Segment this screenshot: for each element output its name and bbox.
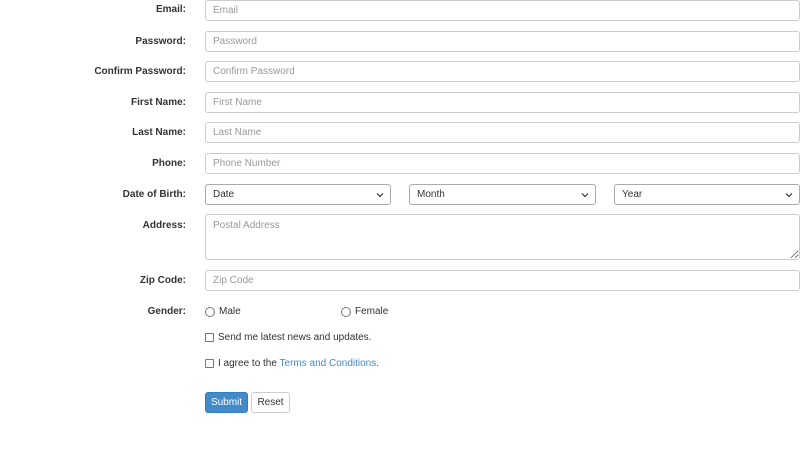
last-name-row: Last Name: — [0, 122, 800, 143]
newsletter-label: Send me latest news and updates. — [218, 332, 372, 343]
password-label: Password: — [135, 36, 186, 47]
phone-row: Phone: — [0, 153, 800, 174]
zip-row: Zip Code: — [0, 270, 800, 291]
terms-checkbox[interactable] — [205, 359, 214, 368]
gender-female-option[interactable]: Female — [341, 306, 388, 317]
dob-year-select[interactable]: Year — [614, 184, 800, 205]
address-row: Address: — [0, 214, 800, 261]
female-label: Female — [355, 306, 389, 317]
newsletter-option[interactable]: Send me latest news and updates. — [205, 332, 371, 343]
dob-row: Date of Birth: Date Month Year — [0, 184, 800, 205]
phone-field[interactable] — [205, 153, 800, 174]
first-name-field[interactable] — [205, 92, 800, 113]
zip-field[interactable] — [205, 270, 800, 291]
registration-form: Email: Password: Confirm Password: First… — [0, 0, 800, 450]
dob-month-value: Month — [417, 189, 445, 200]
dob-date-value: Date — [213, 189, 235, 200]
dob-label: Date of Birth: — [122, 189, 186, 200]
terms-label: I agree to the Terms and Conditions. — [218, 358, 379, 369]
chevron-down-icon — [581, 193, 589, 198]
confirm-password-row: Confirm Password: — [0, 61, 800, 82]
submit-button[interactable]: Submit — [205, 392, 248, 413]
dob-date-select[interactable]: Date — [205, 184, 391, 205]
first-name-row: First Name: — [0, 92, 800, 113]
female-radio[interactable] — [341, 306, 351, 317]
email-field[interactable] — [205, 0, 800, 21]
last-name-field[interactable] — [205, 122, 800, 143]
confirm-password-label: Confirm Password: — [94, 66, 186, 77]
terms-option[interactable]: I agree to the Terms and Conditions. — [205, 358, 379, 369]
address-field[interactable] — [205, 214, 800, 260]
phone-label: Phone: — [152, 158, 186, 169]
newsletter-row: Send me latest news and updates. — [0, 331, 800, 345]
terms-suffix: . — [376, 358, 380, 369]
reset-button[interactable]: Reset — [251, 392, 290, 413]
confirm-password-field[interactable] — [205, 61, 800, 82]
gender-male-option[interactable]: Male — [205, 306, 241, 317]
email-label: Email: — [155, 4, 186, 15]
male-label: Male — [219, 306, 241, 317]
last-name-label: Last Name: — [132, 127, 186, 138]
address-label: Address: — [142, 220, 186, 231]
zip-label: Zip Code: — [139, 275, 186, 286]
gender-row: Gender: Male Female — [0, 305, 800, 319]
terms-prefix: I agree to the — [218, 358, 280, 369]
password-field[interactable] — [205, 31, 800, 52]
chevron-down-icon — [785, 193, 793, 198]
button-row: Submit Reset — [0, 392, 800, 413]
chevron-down-icon — [376, 193, 384, 198]
password-row: Password: — [0, 31, 800, 52]
terms-link[interactable]: Terms and Conditions — [280, 358, 377, 369]
dob-month-select[interactable]: Month — [409, 184, 596, 205]
newsletter-checkbox[interactable] — [205, 333, 214, 342]
dob-year-value: Year — [622, 189, 643, 200]
first-name-label: First Name: — [130, 97, 186, 108]
email-row: Email: — [0, 0, 800, 21]
terms-row: I agree to the Terms and Conditions. — [0, 357, 800, 371]
gender-label: Gender: — [147, 306, 186, 317]
male-radio[interactable] — [205, 306, 215, 317]
